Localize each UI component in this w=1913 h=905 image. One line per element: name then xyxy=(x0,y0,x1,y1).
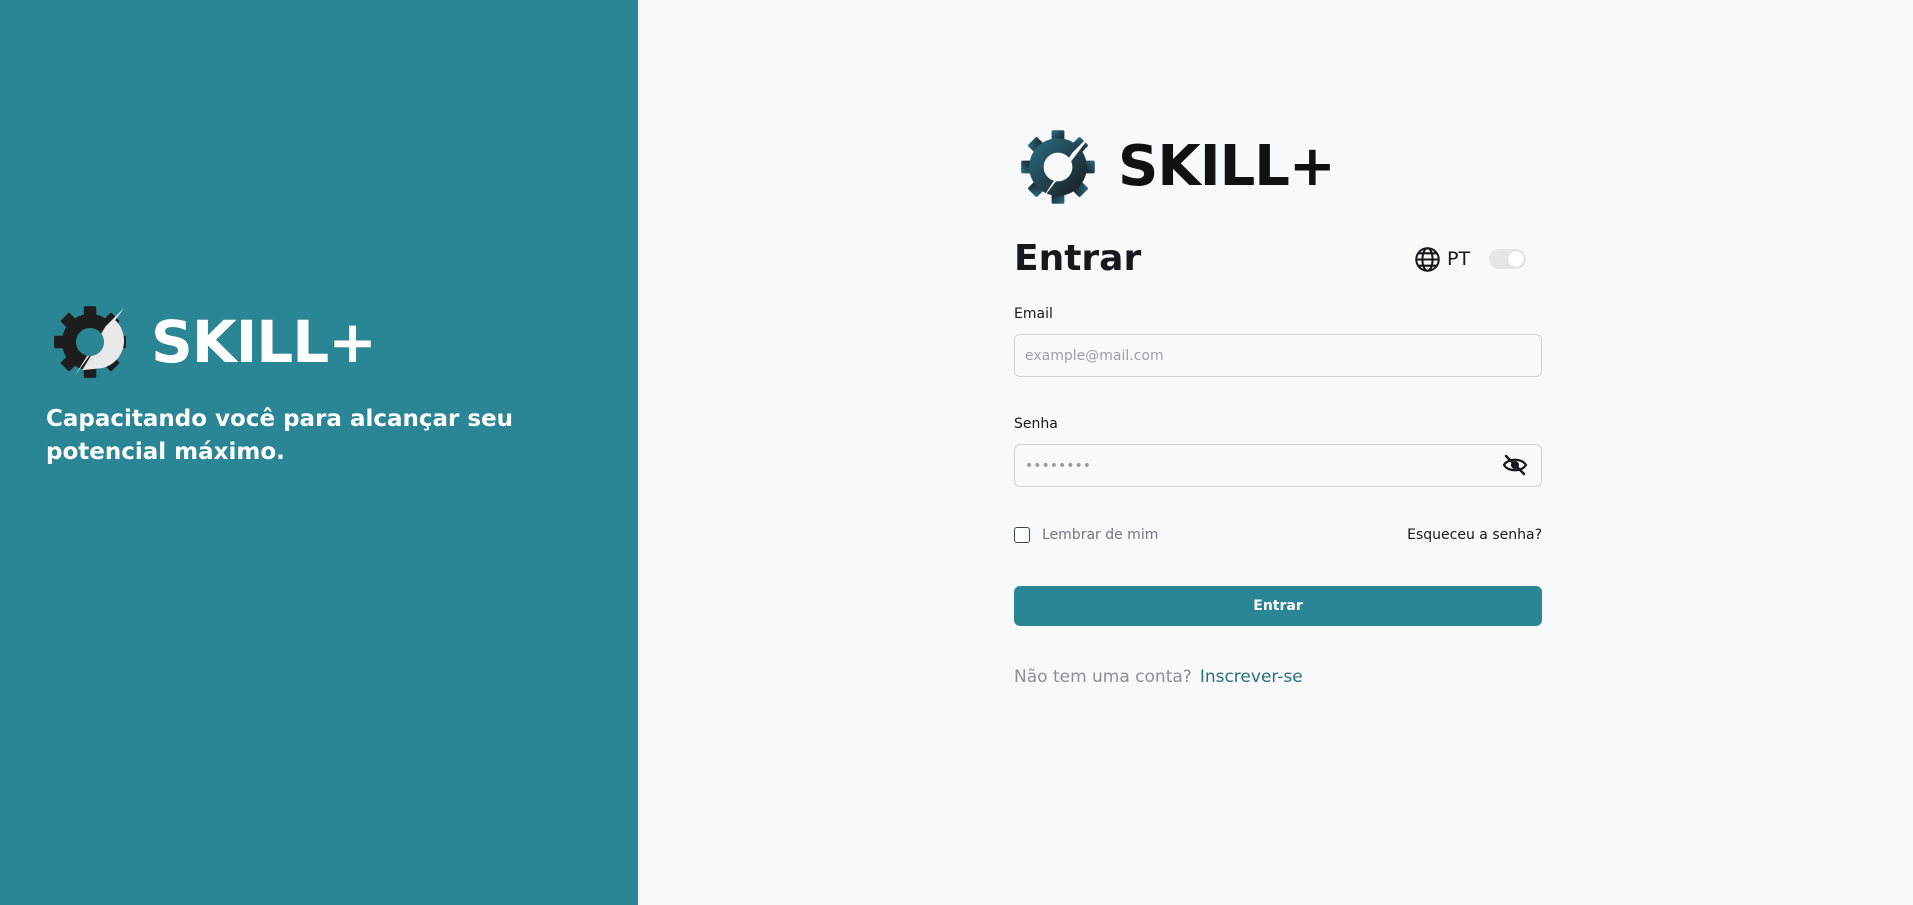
globe-icon xyxy=(1415,246,1440,272)
password-field[interactable] xyxy=(1014,444,1542,487)
forgot-password-link[interactable]: Esqueceu a senha? xyxy=(1407,527,1542,543)
remember-checkbox[interactable] xyxy=(1014,527,1030,543)
login-button[interactable]: Entrar xyxy=(1014,586,1542,626)
remember-label: Lembrar de mim xyxy=(1042,527,1159,543)
hero-tagline: Capacitando você para alcançar seu poten… xyxy=(46,406,514,465)
eye-off-icon[interactable] xyxy=(1502,454,1528,476)
email-label: Email xyxy=(1014,306,1053,322)
email-field[interactable] xyxy=(1014,334,1542,377)
signup-prompt: Não tem uma conta? Inscrever-se xyxy=(1014,667,1303,687)
language-selector[interactable]: PT xyxy=(1414,245,1470,273)
hero-panel: SKILL+ Capacitando você para alcançar se… xyxy=(0,0,638,905)
remember-me[interactable]: Lembrar de mim xyxy=(1014,527,1158,543)
toggle-knob xyxy=(1508,251,1524,267)
signup-link[interactable]: Inscrever-se xyxy=(1200,667,1303,687)
brand-name: SKILL+ xyxy=(1118,134,1336,199)
hero-brand-name: SKILL+ xyxy=(151,308,377,376)
password-label: Senha xyxy=(1014,416,1058,432)
gear-logo-icon xyxy=(1021,130,1095,204)
language-label: PT xyxy=(1447,248,1471,270)
page-title: Entrar xyxy=(1014,238,1142,279)
language-toggle[interactable] xyxy=(1489,249,1526,269)
signup-question: Não tem uma conta? xyxy=(1014,667,1192,687)
gear-logo-icon xyxy=(54,306,126,378)
